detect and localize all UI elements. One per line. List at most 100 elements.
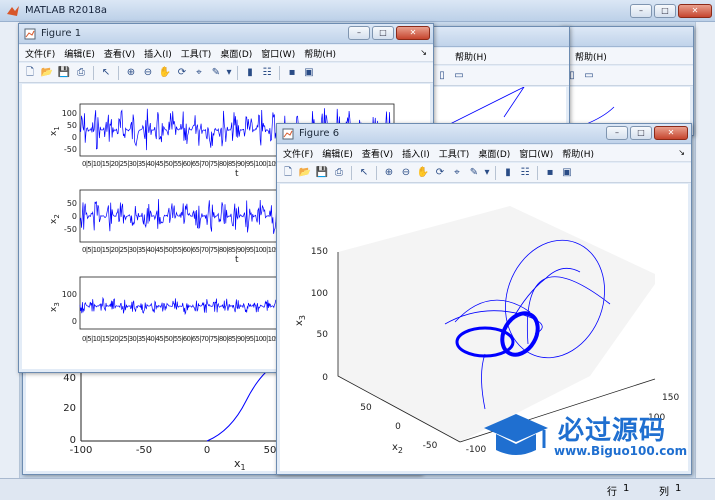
pan-hand-icon[interactable]: ✋ bbox=[158, 66, 172, 80]
s2-ytick: 0 bbox=[72, 212, 77, 221]
figure-6-titlebar[interactable]: Figure 6 – □ ✕ bbox=[277, 124, 691, 144]
open-file-icon[interactable]: 📂 bbox=[40, 66, 54, 80]
x2-tick: 50 bbox=[360, 403, 372, 413]
s1-ytick: 100 bbox=[62, 109, 77, 118]
left-panel bbox=[0, 22, 20, 478]
figure-window-bg-2[interactable]: 帮助(H) ▯ ▭ bbox=[430, 26, 570, 136]
bg-xtick: 50 bbox=[264, 445, 277, 456]
matlab-title: MATLAB R2018a bbox=[25, 5, 108, 16]
open-file-icon[interactable]: 📂 bbox=[298, 166, 312, 180]
bg-xtick: 0 bbox=[204, 445, 210, 456]
save-icon[interactable]: 💾 bbox=[57, 66, 71, 80]
data-cursor-icon[interactable]: ⌖ bbox=[192, 66, 206, 80]
figure-icon bbox=[282, 128, 294, 139]
dock-arrow-icon[interactable]: ↘ bbox=[420, 48, 427, 57]
menu-insert[interactable]: 插入(I) bbox=[402, 147, 430, 160]
menu-tools[interactable]: 工具(T) bbox=[181, 47, 212, 60]
hide-plot-tools-icon[interactable]: ▪ bbox=[543, 166, 557, 180]
legend-icon[interactable]: ☷ bbox=[518, 166, 532, 180]
figure-1-close-button[interactable]: ✕ bbox=[396, 26, 430, 40]
s2-ytick: 50 bbox=[67, 199, 77, 208]
matlab-title-bar: MATLAB R2018a – □ ✕ bbox=[0, 0, 715, 22]
zoom-in-icon[interactable]: ⊕ bbox=[124, 66, 138, 80]
brush-icon[interactable]: ✎ bbox=[467, 166, 481, 180]
new-figure-icon[interactable]: 🗋 bbox=[281, 166, 295, 180]
s2-ytick: -50 bbox=[64, 225, 77, 234]
colorbar-icon[interactable]: ▮ bbox=[501, 166, 515, 180]
bg-ytick: 40 bbox=[63, 373, 76, 384]
zoom-out-icon[interactable]: ⊖ bbox=[141, 66, 155, 80]
menu-edit[interactable]: 编辑(E) bbox=[64, 47, 95, 60]
menu-window[interactable]: 窗口(W) bbox=[261, 47, 295, 60]
brush-icon[interactable]: ✎ bbox=[209, 66, 223, 80]
menu-help-bg3[interactable]: 帮助(H) bbox=[575, 50, 607, 63]
figure-6-maximize-button[interactable]: □ bbox=[630, 126, 652, 140]
maximize-button[interactable]: □ bbox=[654, 4, 676, 18]
s1-xlabel: t bbox=[235, 169, 239, 179]
save-icon[interactable]: 💾 bbox=[315, 166, 329, 180]
figure-1-titlebar[interactable]: Figure 1 – □ ✕ bbox=[19, 24, 433, 44]
z-tick: 150 bbox=[311, 247, 328, 257]
matlab-logo-icon bbox=[7, 5, 19, 16]
menu-edit[interactable]: 编辑(E) bbox=[322, 147, 353, 160]
z-tick: 100 bbox=[311, 289, 328, 299]
zoom-out-icon[interactable]: ⊖ bbox=[399, 166, 413, 180]
print-icon[interactable]: ⎙ bbox=[74, 66, 88, 80]
close-button[interactable]: ✕ bbox=[678, 4, 712, 18]
minimize-button[interactable]: – bbox=[630, 4, 652, 18]
colorbar-icon[interactable]: ▮ bbox=[243, 66, 257, 80]
data-cursor-icon[interactable]: ⌖ bbox=[450, 166, 464, 180]
figure-6-menubar: 文件(F) 编辑(E) 查看(V) 插入(I) 工具(T) 桌面(D) 窗口(W… bbox=[277, 145, 691, 162]
status-bar: 行 1 列 1 bbox=[0, 478, 715, 500]
menu-file[interactable]: 文件(F) bbox=[25, 47, 55, 60]
print-icon[interactable]: ⎙ bbox=[332, 166, 346, 180]
figure-6-minimize-button[interactable]: – bbox=[606, 126, 628, 140]
select-arrow-icon[interactable]: ↖ bbox=[357, 166, 371, 180]
new-figure-icon[interactable]: 🗋 bbox=[23, 66, 37, 80]
rotate-3d-icon[interactable]: ⟳ bbox=[433, 166, 447, 180]
window-icon[interactable]: ▭ bbox=[452, 69, 466, 83]
x2-tick: 0 bbox=[395, 422, 401, 432]
dropdown-arrow-icon[interactable]: ▾ bbox=[484, 166, 490, 180]
menu-help[interactable]: 帮助(H) bbox=[304, 47, 336, 60]
bg-xlabel: x1 bbox=[234, 457, 246, 472]
show-plot-tools-icon[interactable]: ▣ bbox=[560, 166, 574, 180]
z-tick: 50 bbox=[317, 330, 329, 340]
zoom-in-icon[interactable]: ⊕ bbox=[382, 166, 396, 180]
menu-file[interactable]: 文件(F) bbox=[283, 147, 313, 160]
bg-xtick: -50 bbox=[136, 445, 152, 456]
pan-hand-icon[interactable]: ✋ bbox=[416, 166, 430, 180]
s2-ylabel: x2 bbox=[49, 214, 61, 224]
legend-icon[interactable]: ☷ bbox=[260, 66, 274, 80]
menu-view[interactable]: 查看(V) bbox=[362, 147, 393, 160]
dropdown-arrow-icon[interactable]: ▾ bbox=[226, 66, 232, 80]
dock-arrow-icon[interactable]: ↘ bbox=[678, 148, 685, 157]
menu-desktop[interactable]: 桌面(D) bbox=[478, 147, 510, 160]
menu-desktop[interactable]: 桌面(D) bbox=[220, 47, 252, 60]
menu-help[interactable]: 帮助(H) bbox=[562, 147, 594, 160]
figure-6-close-button[interactable]: ✕ bbox=[654, 126, 688, 140]
menu-window[interactable]: 窗口(W) bbox=[519, 147, 553, 160]
window-icon[interactable]: ▭ bbox=[582, 69, 596, 83]
status-row-value: 1 bbox=[623, 483, 630, 494]
menu-help-bg2[interactable]: 帮助(H) bbox=[455, 50, 487, 63]
bg-xtick: -100 bbox=[70, 445, 93, 456]
figure-1-maximize-button[interactable]: □ bbox=[372, 26, 394, 40]
menu-view[interactable]: 查看(V) bbox=[104, 47, 135, 60]
rotate-3d-icon[interactable]: ⟳ bbox=[175, 66, 189, 80]
figure-1-menubar: 文件(F) 编辑(E) 查看(V) 插入(I) 工具(T) 桌面(D) 窗口(W… bbox=[19, 45, 433, 62]
s1-ytick: -50 bbox=[64, 145, 77, 154]
figure-1-minimize-button[interactable]: – bbox=[348, 26, 370, 40]
menu-insert[interactable]: 插入(I) bbox=[144, 47, 172, 60]
show-plot-tools-icon[interactable]: ▣ bbox=[302, 66, 316, 80]
menu-tools[interactable]: 工具(T) bbox=[439, 147, 470, 160]
hide-plot-tools-icon[interactable]: ▪ bbox=[285, 66, 299, 80]
s2-xlabel: t bbox=[235, 255, 239, 265]
figure-window-bg-3[interactable]: 帮助(H) ▯ ▭ bbox=[560, 26, 694, 136]
s1-ytick: 50 bbox=[67, 121, 77, 130]
select-arrow-icon[interactable]: ↖ bbox=[99, 66, 113, 80]
x2-label: x2 bbox=[392, 442, 403, 455]
plot-browser-icon[interactable]: ▯ bbox=[435, 69, 449, 83]
s3-ylabel: x3 bbox=[49, 302, 61, 312]
watermark-text: 必过源码 bbox=[558, 416, 667, 446]
